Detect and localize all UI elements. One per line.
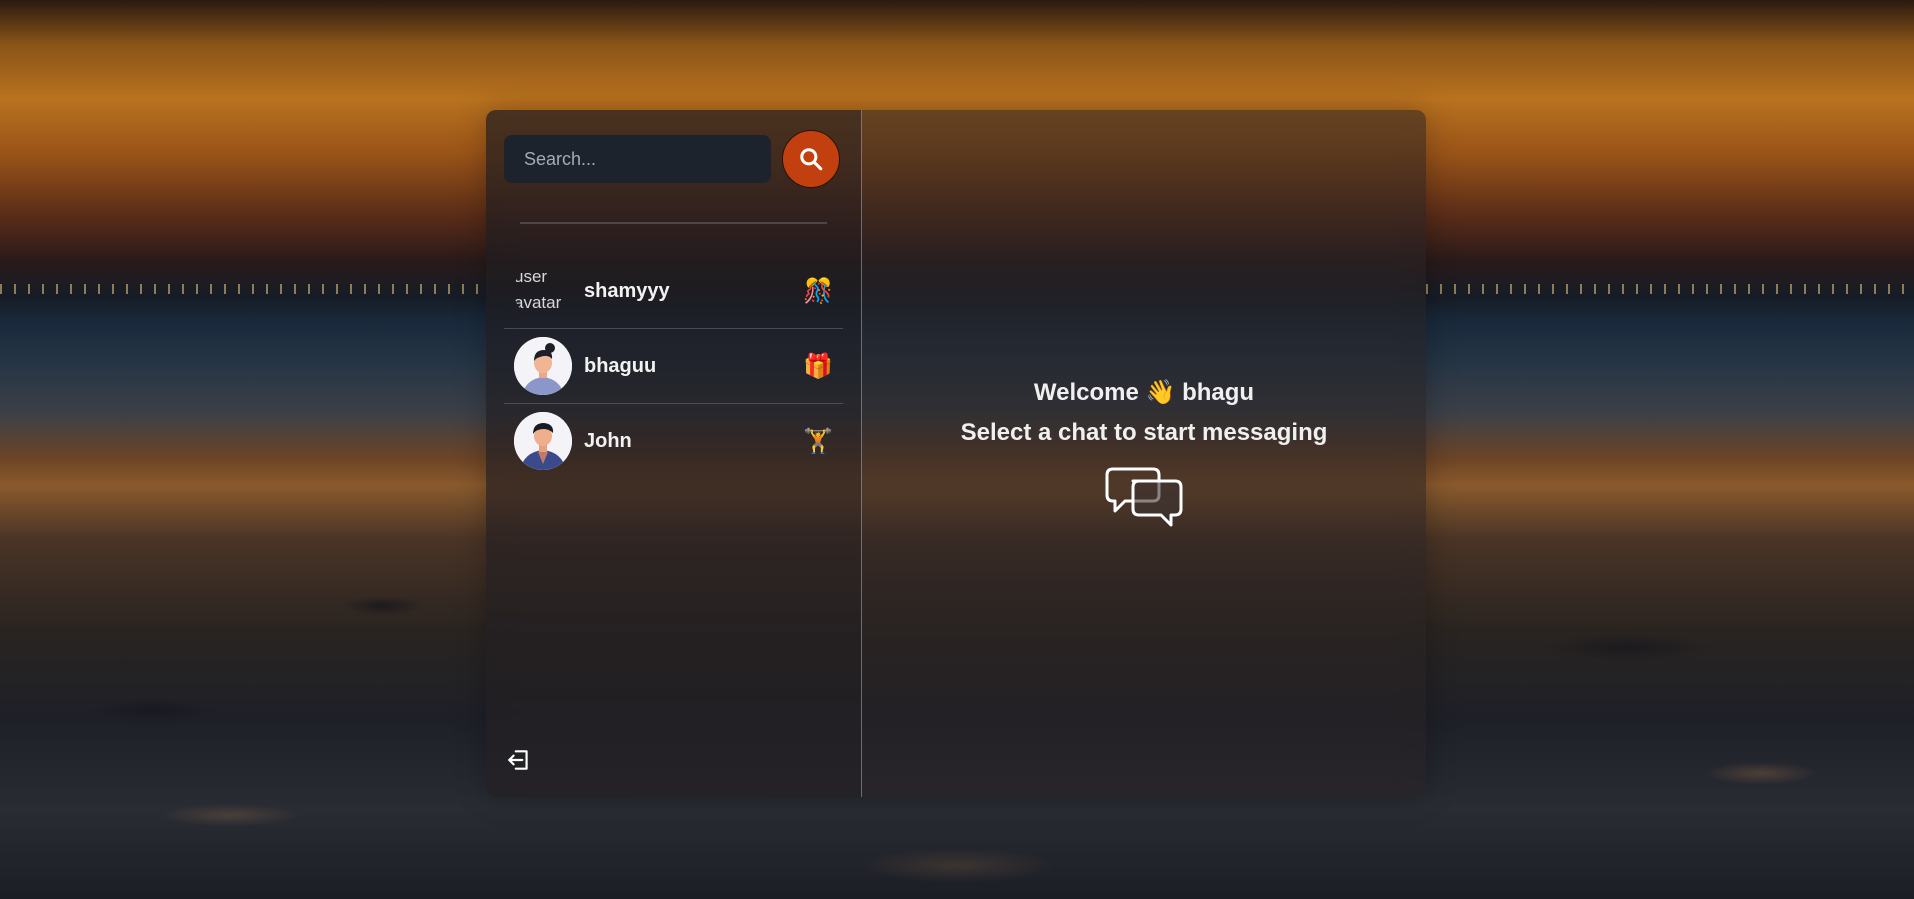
avatar <box>514 337 572 395</box>
conversation-name: shamyyy <box>584 279 670 302</box>
search-input[interactable] <box>504 135 771 183</box>
no-chat-selected-panel: Welcome 👋 bhagu Select a chat to start m… <box>862 110 1426 797</box>
conversation-name: John <box>584 429 632 452</box>
divider <box>520 222 827 224</box>
sidebar: user avatar shamyyy 🎊 bhaguu 🎁 <box>486 110 862 797</box>
welcome-text: Welcome 👋 bhagu <box>1033 379 1255 406</box>
conversation-emoji: 🎊 <box>803 277 833 305</box>
conversation-emoji: 🎁 <box>803 352 833 380</box>
avatar <box>514 412 572 470</box>
search-icon <box>800 148 823 171</box>
logout-button[interactable] <box>504 745 534 775</box>
city-lights <box>1426 284 1914 294</box>
avatar: user avatar <box>514 267 562 312</box>
conversation-list: user avatar shamyyy 🎊 bhaguu 🎁 John 🏋 <box>504 254 843 478</box>
conversation-emoji: 🏋 <box>803 427 833 455</box>
chat-app-window: user avatar shamyyy 🎊 bhaguu 🎁 <box>486 110 1426 797</box>
select-chat-text: Select a chat to start messaging <box>960 419 1328 446</box>
logout-icon <box>508 750 528 770</box>
city-lights <box>0 284 486 294</box>
conversation-item[interactable]: user avatar shamyyy 🎊 <box>504 254 843 329</box>
chat-bubbles-icon <box>1105 467 1183 527</box>
search-button[interactable] <box>782 130 840 188</box>
conversation-item[interactable]: bhaguu 🎁 <box>504 329 843 404</box>
conversation-name: bhaguu <box>584 354 657 377</box>
conversation-item[interactable]: John 🏋 <box>504 404 843 478</box>
search-bar <box>504 130 843 188</box>
